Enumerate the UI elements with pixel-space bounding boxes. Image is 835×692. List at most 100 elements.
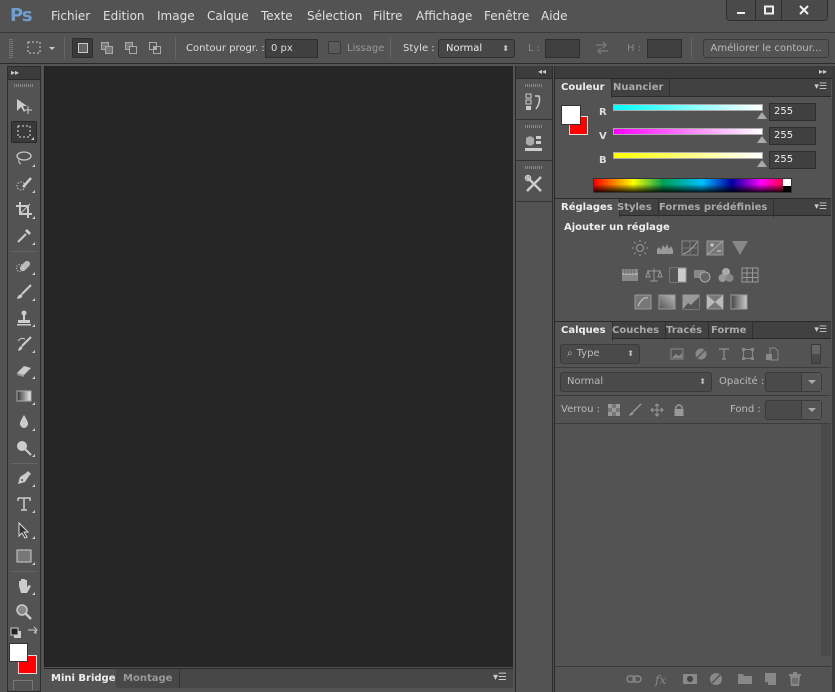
menu-fichier[interactable]: Fichier — [51, 9, 90, 23]
tab-formes-predefinies[interactable]: Formes prédéfinies — [653, 199, 775, 217]
history-panel-button[interactable] — [516, 80, 552, 120]
new-adjustment-layer-icon[interactable] — [708, 671, 724, 687]
3d-panel-button[interactable] — [516, 121, 552, 161]
shape-layer-filter-icon[interactable] — [741, 347, 755, 361]
tab-couches[interactable]: Couches — [606, 322, 667, 340]
panel-menu-icon[interactable]: ▾☰ — [814, 202, 827, 212]
clone-stamp-tool[interactable] — [11, 307, 37, 329]
channel-r-slider[interactable] — [613, 104, 763, 111]
posterize-icon[interactable] — [658, 294, 676, 310]
intersect-selection-button[interactable] — [144, 38, 165, 58]
pen-tool[interactable] — [11, 467, 37, 489]
vibrance-icon[interactable] — [731, 240, 749, 256]
menu-calque[interactable]: Calque — [207, 9, 249, 23]
channel-b-input[interactable]: 255 — [769, 151, 816, 169]
chevron-down-icon[interactable] — [801, 373, 821, 391]
menu-selection[interactable]: Sélection — [307, 9, 362, 23]
panels-collapse-button[interactable]: ▸▸ — [555, 66, 833, 79]
quick-selection-tool[interactable] — [11, 173, 37, 195]
chevron-down-icon[interactable] — [801, 401, 821, 419]
selective-color-icon[interactable] — [706, 294, 724, 310]
color-balance-icon[interactable] — [645, 267, 663, 283]
maximize-button[interactable] — [756, 0, 782, 20]
subtract-selection-button[interactable] — [120, 38, 141, 58]
default-colors-button[interactable] — [10, 627, 22, 642]
lock-pixels-icon[interactable] — [628, 403, 642, 417]
black-swatch[interactable] — [783, 186, 791, 192]
trash-icon[interactable] — [787, 671, 803, 687]
filter-toggle-switch[interactable] — [811, 344, 821, 364]
channel-b-thumb[interactable] — [757, 160, 767, 167]
panel-menu-icon[interactable]: ▾☰ — [814, 325, 827, 335]
foreground-color-swatch[interactable] — [9, 643, 28, 662]
hand-tool[interactable] — [11, 575, 37, 597]
channel-r-thumb[interactable] — [757, 112, 767, 119]
height-input[interactable] — [647, 39, 682, 58]
layer-style-fx-icon[interactable]: fx — [654, 671, 670, 687]
new-group-folder-icon[interactable] — [737, 671, 753, 687]
dodge-tool[interactable] — [11, 437, 37, 459]
menu-edition[interactable]: Edition — [103, 9, 145, 23]
refine-edge-button[interactable]: Améliorer le contour... — [703, 39, 829, 58]
gradient-tool[interactable] — [11, 385, 37, 407]
new-layer-icon[interactable] — [762, 671, 778, 687]
blur-tool[interactable] — [11, 411, 37, 433]
layer-filter-select[interactable]: ⌕ Type ⬍ — [560, 344, 640, 364]
tab-mini-bridge[interactable]: Mini Bridge — [44, 669, 123, 688]
tab-nuancier[interactable]: Nuancier — [607, 79, 671, 97]
adjustment-layer-filter-icon[interactable] — [694, 347, 708, 361]
brightness-contrast-icon[interactable] — [631, 240, 649, 256]
options-bar-grip[interactable] — [9, 39, 13, 59]
lock-transparency-icon[interactable] — [607, 403, 621, 417]
minimize-button[interactable] — [727, 0, 757, 20]
menu-filtre[interactable]: Filtre — [373, 9, 402, 23]
tools-panel-header[interactable]: ▸▸ — [8, 67, 40, 80]
color-lookup-icon[interactable] — [741, 267, 759, 283]
style-select[interactable]: Normal ⬍ — [438, 39, 515, 58]
width-input[interactable] — [545, 39, 580, 58]
tab-montage[interactable]: Montage — [116, 669, 181, 688]
tab-reglages[interactable]: Réglages — [555, 199, 620, 218]
close-button[interactable] — [782, 0, 827, 20]
menu-affichage[interactable]: Affichage — [416, 9, 472, 23]
layers-scrollbar[interactable] — [821, 424, 831, 656]
menu-aide[interactable]: Aide — [541, 9, 568, 23]
zoom-tool[interactable] — [11, 601, 37, 623]
channel-r-input[interactable]: 255 — [769, 103, 816, 121]
tab-calques[interactable]: Calques — [555, 322, 613, 341]
gradient-map-icon[interactable] — [730, 294, 748, 310]
lasso-tool[interactable] — [11, 147, 37, 169]
smart-object-filter-icon[interactable] — [765, 347, 779, 361]
hue-saturation-icon[interactable] — [621, 267, 639, 283]
history-brush-tool[interactable] — [11, 333, 37, 355]
layers-list[interactable] — [555, 424, 831, 664]
brush-tool[interactable] — [11, 281, 37, 303]
curves-icon[interactable] — [681, 240, 699, 256]
type-layer-filter-icon[interactable] — [717, 347, 731, 361]
tab-forme[interactable]: Forme — [705, 322, 754, 340]
menu-texte[interactable]: Texte — [261, 9, 293, 23]
blend-mode-select[interactable]: Normal ⬍ — [560, 372, 712, 392]
tab-traces[interactable]: Tracés — [660, 322, 710, 340]
menu-fenetre[interactable]: Fenêtre — [484, 9, 529, 23]
menu-image[interactable]: Image — [157, 9, 195, 23]
fill-input[interactable] — [765, 400, 822, 420]
channel-mixer-icon[interactable] — [717, 267, 735, 283]
color-ramp[interactable] — [593, 178, 792, 193]
rectangular-marquee-tool[interactable] — [11, 121, 37, 143]
channel-v-input[interactable]: 255 — [769, 127, 816, 145]
link-layers-icon[interactable] — [626, 671, 642, 687]
channel-v-thumb[interactable] — [757, 136, 767, 143]
eraser-tool[interactable] — [11, 359, 37, 381]
antialias-checkbox[interactable] — [328, 41, 341, 54]
exposure-icon[interactable] — [706, 240, 724, 256]
panel-menu-icon[interactable]: ▾☰ — [493, 672, 507, 683]
levels-icon[interactable] — [656, 240, 674, 256]
invert-icon[interactable] — [634, 294, 652, 310]
tab-couleur[interactable]: Couleur — [555, 79, 612, 98]
type-tool[interactable] — [11, 493, 37, 515]
photo-filter-icon[interactable] — [693, 267, 711, 283]
add-mask-icon[interactable] — [682, 671, 698, 687]
eyedropper-tool[interactable] — [11, 225, 37, 247]
lock-all-icon[interactable] — [672, 403, 686, 417]
